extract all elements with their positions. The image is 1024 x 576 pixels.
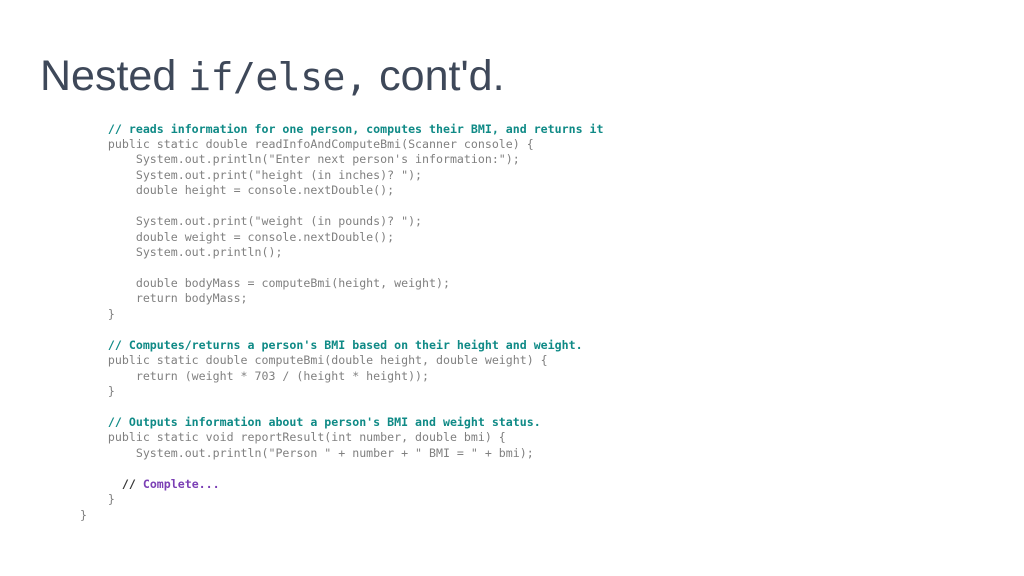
todo-marker: Complete...	[142, 476, 220, 491]
code-line: // Complete...	[80, 477, 604, 492]
code-line: return bodyMass;	[80, 291, 604, 306]
code-comment: // Computes/returns a person's BMI based…	[107, 337, 583, 352]
page-title-suffix: cont'd.	[367, 51, 505, 100]
code-text: System.out.println("Person " + number + …	[135, 445, 534, 460]
code-line: System.out.println("Person " + number + …	[80, 446, 604, 461]
code-text: System.out.println("Enter next person's …	[135, 152, 520, 167]
code-line: System.out.println();	[80, 245, 604, 260]
code-line: }	[80, 307, 604, 322]
code-line: // Outputs information about a person's …	[80, 415, 604, 430]
code-line: System.out.print("weight (in pounds)? ")…	[80, 214, 604, 229]
code-comment: // reads information for one person, com…	[107, 121, 604, 136]
code-text: public static void reportResult(int numb…	[107, 430, 506, 445]
code-text: public static double computeBmi(double h…	[107, 353, 548, 368]
code-line: public static double readInfoAndComputeB…	[80, 137, 604, 152]
code-text: System.out.print("weight (in pounds)? ")…	[135, 214, 423, 229]
code-text: }	[107, 384, 115, 399]
code-text: return (weight * 703 / (height * height)…	[135, 368, 430, 383]
code-line: System.out.print("height (in inches)? ")…	[80, 168, 604, 183]
code-line: return (weight * 703 / (height * height)…	[80, 369, 604, 384]
code-text: }	[80, 507, 87, 522]
comment-slashes: //	[121, 476, 143, 491]
code-text: double height = console.nextDouble();	[135, 183, 395, 198]
code-line: double weight = console.nextDouble();	[80, 230, 604, 245]
code-text: System.out.print("height (in inches)? ")…	[135, 167, 423, 182]
code-line: public static void reportResult(int numb…	[80, 430, 604, 445]
code-text: System.out.println();	[135, 245, 283, 260]
code-line: }	[80, 508, 604, 523]
java-code-block: // reads information for one person, com…	[80, 122, 604, 523]
code-line: double height = console.nextDouble();	[80, 183, 604, 198]
page-title-prefix: Nested	[40, 51, 189, 100]
page-title: Nested if/else, cont'd.	[40, 51, 505, 102]
code-line: // Computes/returns a person's BMI based…	[80, 338, 604, 353]
code-text: return bodyMass;	[135, 291, 248, 306]
code-line: public static double computeBmi(double h…	[80, 353, 604, 368]
code-text: public static double readInfoAndComputeB…	[107, 137, 534, 152]
code-text: double weight = console.nextDouble();	[135, 229, 395, 244]
page-title-mono: if/else,	[188, 54, 368, 99]
code-line: double bodyMass = computeBmi(height, wei…	[80, 276, 604, 291]
code-text: }	[107, 306, 115, 321]
code-line: // reads information for one person, com…	[80, 122, 604, 137]
code-line: System.out.println("Enter next person's …	[80, 152, 604, 167]
code-line: }	[80, 492, 604, 507]
code-comment: // Outputs information about a person's …	[107, 414, 541, 429]
code-line: }	[80, 384, 604, 399]
code-text: }	[107, 492, 115, 507]
code-text: double bodyMass = computeBmi(height, wei…	[135, 275, 450, 290]
slide-canvas: Nested if/else, cont'd. // reads informa…	[0, 0, 1024, 576]
